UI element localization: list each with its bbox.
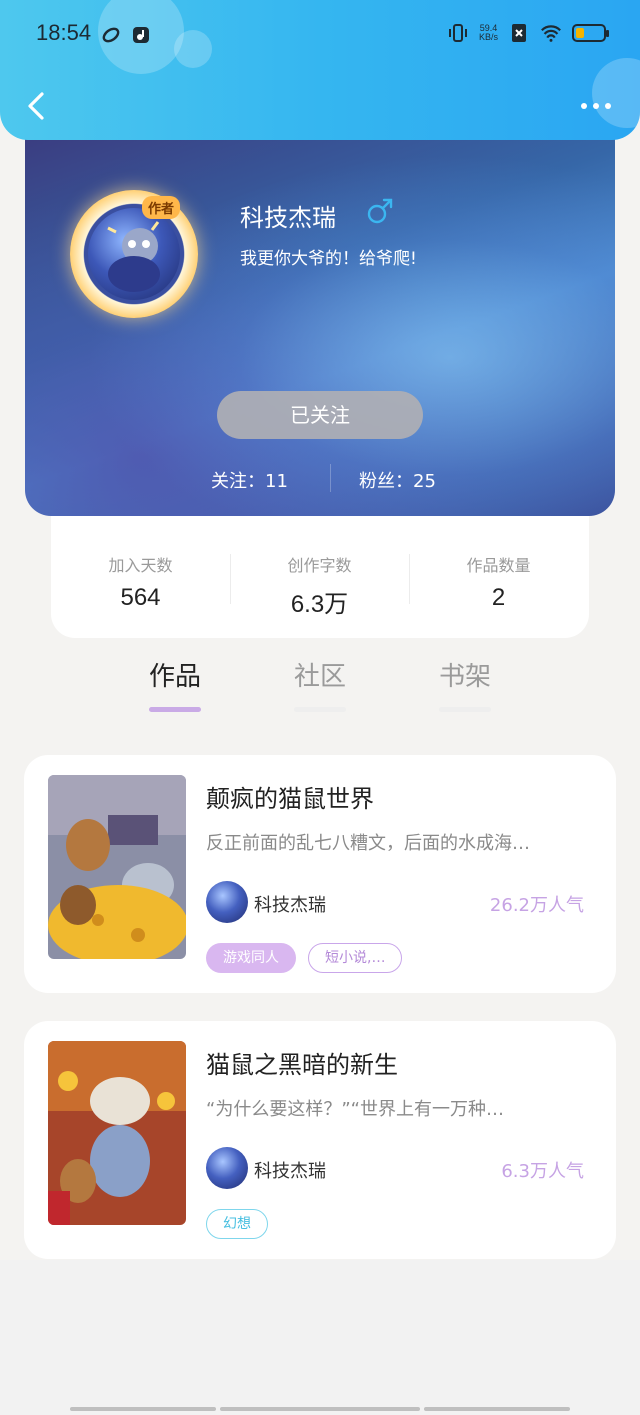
work-author-name: 科技杰瑞	[254, 895, 326, 916]
network-speed: 59.4 KB/s	[479, 24, 498, 42]
work-tag[interactable]: 幻想	[206, 1209, 268, 1239]
no-sim-icon	[508, 22, 530, 44]
tab-bookshelf[interactable]: 书架	[415, 656, 515, 712]
male-gender-icon	[365, 196, 395, 226]
stat-label: 作品数量	[466, 556, 531, 575]
stat-join-days: 加入天数 564	[51, 552, 230, 612]
follow-divider	[330, 464, 331, 492]
battery-icon	[572, 24, 609, 42]
follow-button[interactable]: 已关注	[217, 391, 423, 439]
tab-label: 社区	[293, 662, 346, 692]
cover-illustration-icon	[48, 775, 186, 959]
tab-works[interactable]: 作品	[125, 656, 225, 712]
author-mini-avatar	[206, 881, 248, 923]
home-indicator-segment	[70, 1407, 216, 1411]
tab-label: 作品	[148, 662, 201, 692]
stat-label: 创作字数	[287, 556, 352, 575]
app-notification-icon	[100, 24, 122, 46]
author-name: 科技杰瑞	[240, 204, 336, 232]
more-options-button[interactable]	[576, 92, 616, 120]
following-count[interactable]: 关注：11	[211, 467, 288, 493]
stat-value: 6.3万	[290, 591, 349, 618]
stat-value: 2	[491, 584, 506, 611]
music-app-icon	[130, 24, 152, 46]
chevron-left-icon	[28, 92, 44, 120]
cover-illustration-icon	[48, 1041, 186, 1225]
tab-indicator	[149, 707, 201, 712]
stat-word-count: 创作字数 6.3万	[230, 552, 409, 619]
back-button[interactable]	[20, 86, 60, 126]
work-card[interactable]: 颠疯的猫鼠世界 反正前面的乱七八糟文，后面的水成海… 科技杰瑞 26.2万人气 …	[24, 755, 616, 993]
status-icons: 59.4 KB/s	[447, 22, 609, 44]
profile-tabs: 作品 社区 书架	[0, 656, 640, 716]
work-title: 猫鼠之黑暗的新生	[206, 1051, 398, 1079]
home-indicator-segment	[220, 1407, 420, 1411]
work-tags: 游戏同人 短小说,…	[206, 943, 403, 973]
tab-indicator	[294, 707, 346, 712]
work-tag[interactable]: 游戏同人	[206, 943, 296, 973]
work-author-row: 科技杰瑞 6.3万人气	[206, 1147, 584, 1189]
status-time: 18:54	[36, 20, 92, 45]
battery-level	[576, 28, 584, 38]
followers-count[interactable]: 粉丝：25	[359, 467, 436, 493]
author-badge: 作者	[142, 196, 181, 219]
work-tag[interactable]: 短小说,…	[308, 943, 403, 973]
more-dot-icon	[593, 103, 599, 109]
more-dot-icon	[605, 103, 611, 109]
home-indicator-segment	[424, 1407, 570, 1411]
tab-label: 书架	[438, 662, 491, 692]
author-mini-avatar	[206, 1147, 248, 1189]
vibrate-icon	[447, 22, 469, 44]
page-footer-background	[0, 1260, 640, 1415]
status-app-icons	[100, 24, 152, 46]
author-avatar[interactable]: 作者	[70, 190, 198, 318]
work-author-row: 科技杰瑞 26.2万人气	[206, 881, 584, 923]
avatar-image	[88, 208, 180, 300]
header-bar: 18:54 59.4 KB/s	[0, 0, 640, 140]
work-card[interactable]: 猫鼠之黑暗的新生 “为什么要这样？”“世界上有一万种… 科技杰瑞 6.3万人气 …	[24, 1021, 616, 1259]
work-author-name: 科技杰瑞	[254, 1161, 326, 1182]
home-indicator	[70, 1407, 570, 1412]
author-bio: 我更你大爷的！给爷爬!	[240, 249, 417, 269]
profile-card: 作者 科技杰瑞 我更你大爷的！给爷爬! 已关注 关注：11 粉丝：25	[25, 120, 615, 516]
more-dot-icon	[581, 103, 587, 109]
wifi-icon	[540, 22, 562, 44]
tab-indicator	[439, 707, 491, 712]
work-popularity: 26.2万人气	[489, 895, 584, 916]
work-tags: 幻想	[206, 1209, 268, 1239]
work-cover-image	[48, 1041, 186, 1225]
work-cover-image	[48, 775, 186, 959]
follow-stats: 关注：11 粉丝：25	[25, 464, 615, 496]
stat-works-count: 作品数量 2	[409, 552, 588, 612]
author-stats-card: 加入天数 564 创作字数 6.3万 作品数量 2	[51, 516, 589, 638]
avatar-illustration-icon	[107, 221, 160, 292]
network-speed-unit: KB/s	[478, 32, 498, 42]
decor-bubble-small	[174, 30, 212, 68]
work-popularity: 6.3万人气	[501, 1161, 584, 1182]
stat-label: 加入天数	[108, 556, 173, 575]
tab-community[interactable]: 社区	[270, 656, 370, 712]
work-description: “为什么要这样？”“世界上有一万种…	[206, 1099, 504, 1120]
stat-value: 564	[120, 584, 161, 611]
work-description: 反正前面的乱七八糟文，后面的水成海…	[206, 833, 530, 854]
work-title: 颠疯的猫鼠世界	[206, 785, 374, 813]
